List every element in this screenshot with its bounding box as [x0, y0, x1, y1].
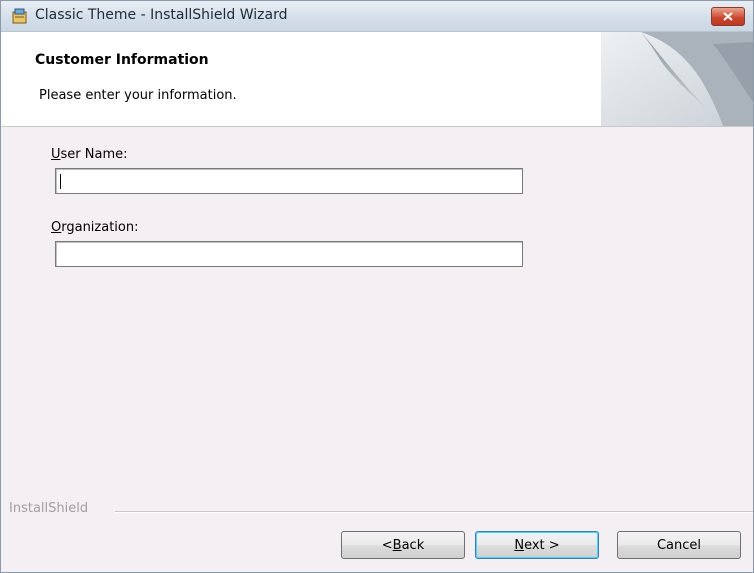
user-name-label: User Name:	[51, 147, 128, 162]
close-icon	[723, 12, 733, 21]
organization-label: Organization:	[51, 220, 139, 235]
installshield-brand-label: InstallShield	[9, 501, 89, 516]
page-curl-graphic	[601, 32, 753, 126]
cancel-button[interactable]: Cancel	[617, 531, 741, 559]
cancel-button-text: Cancel	[656, 537, 702, 553]
next-button-accel: N	[514, 537, 525, 553]
window-title: Classic Theme - InstallShield Wizard	[35, 7, 288, 23]
page-title: Customer Information	[35, 52, 209, 68]
close-button[interactable]	[711, 7, 745, 26]
back-button-accel: B	[392, 537, 402, 553]
next-button[interactable]: Next >	[475, 531, 599, 559]
installer-window: Classic Theme - InstallShield Wizard Cus…	[0, 0, 754, 573]
title-bar[interactable]: Classic Theme - InstallShield Wizard	[1, 1, 753, 32]
back-button-text: ack	[401, 537, 425, 553]
user-name-input[interactable]	[55, 168, 523, 194]
text-caret	[60, 174, 61, 189]
back-button[interactable]: < Back	[341, 531, 465, 559]
back-button-prefix: <	[381, 537, 393, 553]
wizard-header: Customer Information Please enter your i…	[1, 32, 753, 127]
installer-app-icon	[12, 8, 27, 24]
organization-input[interactable]	[55, 241, 523, 267]
page-subtitle: Please enter your information.	[39, 88, 237, 103]
footer-divider	[115, 511, 753, 513]
next-button-text: ext >	[524, 537, 560, 553]
